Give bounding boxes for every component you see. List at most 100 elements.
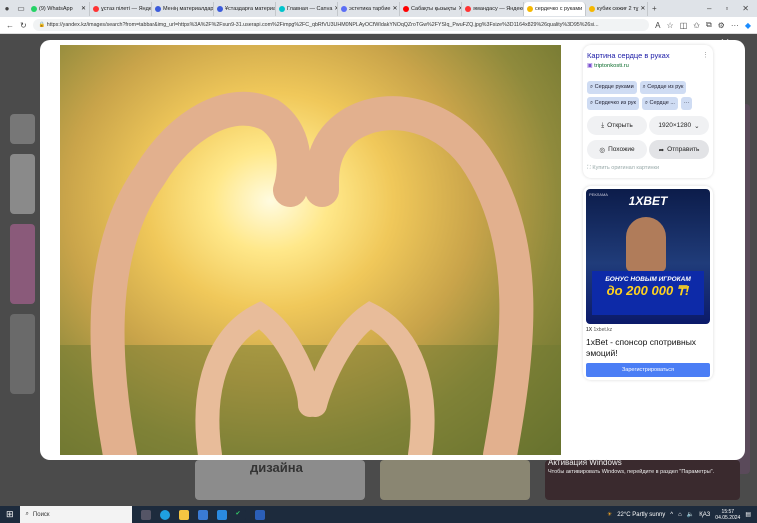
extensions-icon[interactable]: ⚙ (718, 21, 725, 30)
tab[interactable]: Главная — Canva✕ (276, 1, 338, 16)
new-tab-button[interactable]: + (652, 4, 657, 13)
maximize-button[interactable]: ▫ (725, 4, 728, 13)
collections-icon[interactable]: ⧉ (706, 20, 712, 30)
file-explorer-icon[interactable] (178, 509, 189, 520)
related-search-chip[interactable]: ⌕ Сердечко из рук (587, 97, 639, 110)
close-tab-icon[interactable]: ✕ (81, 5, 86, 12)
similar-button[interactable]: ◎ Похожие (587, 140, 647, 159)
clock[interactable]: 15:57 04.05.2024 (715, 509, 740, 521)
tray-chevron-icon[interactable]: ^ (670, 512, 673, 518)
tab[interactable]: Менің материалдарым✕ (152, 1, 214, 16)
edge-icon[interactable] (159, 509, 170, 520)
buy-original-link[interactable]: ⛶ Купить оригинал картинки (587, 165, 709, 172)
tab-favicon-icon (217, 5, 223, 12)
network-icon[interactable]: ⌂ (678, 512, 682, 518)
profile-icon[interactable]: ● (0, 4, 14, 13)
minimize-button[interactable]: – (707, 4, 711, 13)
more-options-icon[interactable]: ⋮ (702, 51, 709, 60)
tab[interactable]: кубик сөжиғ 2 тұ ✕ (586, 1, 648, 16)
tab[interactable]: әмандасу — Яндекс✕ (462, 1, 524, 16)
read-aloud-icon[interactable]: A (655, 21, 660, 30)
close-tab-icon[interactable]: ✕ (392, 5, 397, 12)
bg-thumbnail[interactable]: дизайна (195, 460, 365, 500)
tab-favicon-icon (31, 5, 37, 12)
bg-thumbnail[interactable] (10, 314, 35, 394)
windows-start-icon[interactable]: ⊞ (6, 509, 14, 520)
weather-icon: ☀ (606, 512, 613, 518)
related-search-chip[interactable]: ⌕ Сердце руками (587, 81, 637, 94)
tab-bar: ● ▭ (9) WhatsApp ✕ ұстаз пілеті — Яндекс✕М… (0, 0, 757, 17)
taskbar: ⊞ ⌕ Поиск ✔ ☀ 22°C Partly sunny ^ ⌂ 🔈 ҚАЗ… (0, 506, 757, 523)
open-button[interactable]: ⤓ Открыть (587, 116, 647, 135)
share-label: Отправить (667, 146, 700, 153)
volume-icon[interactable]: 🔈 (687, 511, 694, 518)
taskbar-search[interactable]: ⌕ Поиск (19, 506, 132, 523)
search-icon: ⌕ (25, 511, 29, 517)
bg-thumbnail[interactable] (10, 224, 35, 304)
tab-favicon-icon (465, 5, 471, 12)
mail-icon[interactable] (216, 509, 227, 520)
ad-logo: 1XBET (628, 194, 668, 208)
tab-title: эстетика тарбие (349, 5, 391, 12)
close-window-button[interactable]: ✕ (742, 4, 749, 13)
register-button[interactable]: Зарегистрироваться (586, 363, 710, 377)
language-indicator[interactable]: ҚАЗ (699, 512, 710, 518)
ad-title[interactable]: 1xBet - спонсор спотривных эмоций! (586, 337, 710, 359)
close-icon[interactable]: ✕ (720, 36, 730, 50)
tab-actions-icon[interactable]: ▭ (14, 4, 28, 13)
word-icon[interactable] (254, 509, 265, 520)
related-search-chip[interactable]: ⌕ Сердце из рук (639, 81, 687, 94)
ad-line2: до 200 000 ₸! (606, 283, 690, 298)
share-button[interactable]: ➦ Отправить (649, 140, 709, 159)
main-image[interactable] (60, 45, 561, 455)
split-screen-icon[interactable]: ◫ (680, 21, 688, 30)
weather-text[interactable]: 22°C Partly sunny (617, 512, 665, 518)
tab-favicon-icon (341, 5, 347, 12)
checkmark-app-icon[interactable]: ✔ (235, 509, 246, 520)
ad-card[interactable]: РЕКЛАМА 1XBET БОНУС НОВЫМ ИГРОКАМ до 200… (583, 186, 713, 380)
tab-title: Сабақты қызықты (411, 5, 457, 12)
ad-source-icon: 1X (586, 327, 594, 333)
notifications-icon[interactable]: ▤ (745, 511, 751, 518)
tab-title: Ұстаздарға материалдар (225, 5, 276, 12)
chip-label: Сердце ... (649, 100, 675, 106)
more-icon[interactable]: ··· (731, 21, 739, 30)
image-info-card: Картина сердце в руках ⋮ ▣ triptonkosti.… (583, 45, 713, 178)
related-search-chip[interactable]: ⌕ Сердце ... (641, 97, 678, 110)
favorite-icon[interactable]: ☆ (667, 21, 674, 30)
copilot-icon[interactable]: ◆ (745, 21, 751, 30)
tab-title: әмандасу — Яндекс (473, 5, 524, 12)
refresh-icon[interactable]: ↻ (20, 21, 27, 30)
ad-banner-image[interactable]: РЕКЛАМА 1XBET БОНУС НОВЫМ ИГРОКАМ до 200… (586, 189, 710, 324)
url-input[interactable]: 🔒 https://yandex.kz/images/search?from=t… (32, 19, 650, 31)
image-title[interactable]: Картина сердце в руках (587, 51, 670, 60)
image-info-panel: Картина сердце в руках ⋮ ▣ triptonkosti.… (583, 45, 713, 380)
size-label: 1920×1280 (658, 122, 692, 129)
related-search-chip[interactable]: ··· (680, 97, 693, 110)
ad-line1: БОНУС НОВЫМ ИГРОКАМ (605, 276, 691, 283)
store-icon[interactable] (197, 509, 208, 520)
tab[interactable]: сердечко с руками✕ (524, 1, 586, 16)
bg-thumbnail[interactable] (10, 114, 35, 144)
bg-thumbnail[interactable] (380, 460, 530, 500)
chevron-down-icon: ⌄ (694, 122, 700, 130)
favorites-icon[interactable]: ✩ (693, 21, 700, 30)
tab-favicon-icon (589, 5, 595, 12)
tab[interactable]: ұстаз пілеті — Яндекс✕ (90, 1, 152, 16)
buy-label: Купить оригинал картинки (592, 165, 660, 171)
back-icon[interactable]: ← (6, 21, 14, 30)
source-site-link[interactable]: triptonkosti.ru (594, 63, 629, 69)
tab[interactable]: эстетика тарбие ✕ (338, 1, 400, 16)
size-dropdown[interactable]: 1920×1280 ⌄ (649, 116, 709, 135)
bg-thumbnail[interactable] (10, 154, 35, 214)
similar-label: Похожие (608, 146, 635, 153)
task-view-icon[interactable] (140, 509, 151, 520)
tab[interactable]: (9) WhatsApp ✕ (28, 1, 90, 16)
tab-title: (9) WhatsApp (39, 5, 73, 12)
tab[interactable]: Сабақты қызықты✕ (400, 1, 462, 16)
tab-favicon-icon (155, 5, 161, 12)
open-label: Открыть (607, 122, 633, 129)
tab[interactable]: Ұстаздарға материалдар✕ (214, 1, 276, 16)
close-tab-icon[interactable]: ✕ (640, 5, 645, 12)
windows-activation-watermark: Активация Windows Чтобы активировать Win… (548, 458, 714, 475)
